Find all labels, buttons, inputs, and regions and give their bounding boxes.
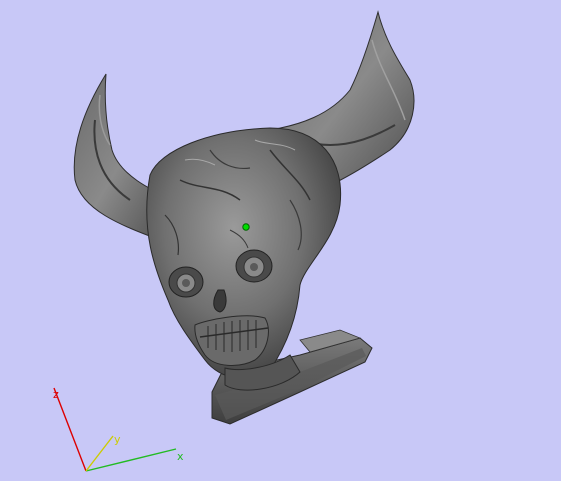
- left-eye-socket: [168, 266, 204, 298]
- axis-gizmo: z x y: [53, 387, 184, 472]
- pivot-point-marker[interactable]: [242, 223, 250, 231]
- z-axis-label: z: [53, 388, 59, 401]
- right-eye-socket: [235, 249, 273, 283]
- x-axis-label: x: [177, 450, 184, 463]
- viewport-canvas[interactable]: z x y: [0, 0, 561, 481]
- 3d-viewport[interactable]: z x y: [0, 0, 561, 481]
- z-axis-line: [53, 387, 87, 472]
- y-axis-label: y: [114, 433, 121, 446]
- x-axis-line: [85, 448, 177, 472]
